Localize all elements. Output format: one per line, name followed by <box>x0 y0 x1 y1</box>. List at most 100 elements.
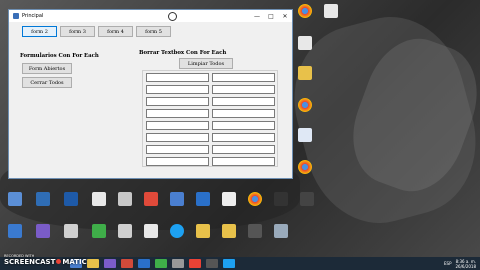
taskbar-app-icon[interactable] <box>206 259 218 268</box>
limpiar-todos-button[interactable]: Limpiar Todos <box>179 58 233 69</box>
desktop-icon[interactable] <box>292 66 318 80</box>
chrome-icon <box>298 98 312 112</box>
form2-button[interactable]: form 2 <box>22 26 57 37</box>
taskbar-app-icon[interactable] <box>138 259 150 268</box>
textbox[interactable] <box>146 133 209 142</box>
app-icon <box>144 192 158 206</box>
textbox[interactable] <box>212 85 275 94</box>
watermark-suffix: MATIC <box>62 258 87 266</box>
desktop-icon[interactable] <box>138 224 164 238</box>
textbox[interactable] <box>212 109 275 118</box>
maximize-button[interactable]: □ <box>264 10 278 22</box>
left-group-heading: Formularios Con For Each <box>20 53 99 59</box>
desktop-icon[interactable] <box>292 160 318 174</box>
app-icon <box>196 192 210 206</box>
app-icon <box>13 13 19 19</box>
minimize-button[interactable]: — <box>250 10 264 22</box>
desktop-icon[interactable] <box>242 192 268 206</box>
desktop-icon[interactable] <box>318 4 344 18</box>
desktop-icon[interactable] <box>138 192 164 206</box>
taskbar-app-icon[interactable] <box>104 259 116 268</box>
textbox-panel <box>142 70 278 167</box>
desktop-icon[interactable] <box>268 192 294 206</box>
window-title: Principal <box>22 13 44 19</box>
desktop-icon[interactable] <box>112 192 138 206</box>
textbox[interactable] <box>146 97 209 106</box>
form4-button[interactable]: form 4 <box>98 26 133 37</box>
taskbar-app-icon[interactable] <box>121 259 133 268</box>
chrome-icon <box>298 160 312 174</box>
textbox[interactable] <box>212 97 275 106</box>
system-tray[interactable]: ESP 8:36 a. m. 26/6/2018 <box>444 257 476 270</box>
close-button[interactable]: ✕ <box>278 10 292 22</box>
textbox[interactable] <box>146 109 209 118</box>
desktop-icon[interactable] <box>292 4 318 18</box>
app-icon <box>36 224 50 238</box>
desktop-icon[interactable] <box>268 224 294 238</box>
desktop-icon[interactable] <box>112 224 138 238</box>
taskbar-app-icon[interactable] <box>172 259 184 268</box>
textbox[interactable] <box>212 145 275 154</box>
desktop-icon[interactable] <box>292 36 318 50</box>
form5-button[interactable]: form 5 <box>136 26 171 37</box>
textbox[interactable] <box>146 73 209 82</box>
taskbar-app-icon[interactable] <box>223 259 235 268</box>
app-icon <box>36 192 50 206</box>
desktop-icon[interactable] <box>164 224 190 238</box>
form-abiertos-button[interactable]: Form Abiertos <box>22 63 72 74</box>
loading-cursor-icon <box>168 12 177 21</box>
taskbar-app-icon[interactable] <box>189 259 201 268</box>
app-icon <box>118 192 132 206</box>
folder-icon <box>222 224 236 238</box>
textbox[interactable] <box>212 73 275 82</box>
app-icon <box>248 224 262 238</box>
textbox[interactable] <box>212 133 275 142</box>
desktop-icon[interactable] <box>292 128 318 142</box>
textbox[interactable] <box>146 85 209 94</box>
document-icon <box>144 224 158 238</box>
cerrar-todos-button[interactable]: Cerrar Todos <box>22 77 72 88</box>
desktop-icon[interactable] <box>2 192 28 206</box>
desktop-icon[interactable] <box>30 224 56 238</box>
chrome-icon <box>248 192 262 206</box>
document-icon <box>222 192 236 206</box>
app-icon <box>300 192 314 206</box>
app-icon <box>92 224 106 238</box>
document-icon <box>298 36 312 50</box>
desktop-icon[interactable] <box>190 224 216 238</box>
textbox[interactable] <box>212 157 275 166</box>
recycle-bin-icon <box>274 224 288 238</box>
language-indicator[interactable]: ESP <box>444 261 451 266</box>
app-icon <box>274 192 288 206</box>
desktop-icon[interactable] <box>164 192 190 206</box>
desktop-icon[interactable] <box>2 224 28 238</box>
textbox[interactable] <box>146 145 209 154</box>
desktop-icon[interactable] <box>294 192 320 206</box>
textbox[interactable] <box>212 121 275 130</box>
app-icon <box>170 192 184 206</box>
desktop-icon[interactable] <box>190 192 216 206</box>
taskbar-app-icon[interactable] <box>155 259 167 268</box>
desktop-icon[interactable] <box>86 192 112 206</box>
form3-button[interactable]: form 3 <box>60 26 95 37</box>
textbox[interactable] <box>146 157 209 166</box>
watermark-text: SCREENCAST <box>4 258 56 266</box>
desktop-icon[interactable] <box>86 224 112 238</box>
desktop-icon[interactable] <box>58 192 84 206</box>
desktop-icon[interactable] <box>242 224 268 238</box>
document-icon <box>298 128 312 142</box>
textbox[interactable] <box>146 121 209 130</box>
app-icon <box>118 224 132 238</box>
taskbar-folder-icon[interactable] <box>87 259 99 268</box>
app-icon <box>8 224 22 238</box>
desktop-icon[interactable] <box>216 224 242 238</box>
desktop-icon[interactable] <box>216 192 242 206</box>
screencast-watermark: RECORDED WITH SCREENCAST MATIC <box>4 254 87 266</box>
desktop-icon[interactable] <box>30 192 56 206</box>
desktop-icon[interactable] <box>292 98 318 112</box>
right-group-heading: Borrar Textbox Con For Each <box>139 50 227 56</box>
document-icon <box>324 4 338 18</box>
desktop-icon[interactable] <box>58 224 84 238</box>
document-icon <box>92 192 106 206</box>
title-bar[interactable]: Principal — □ ✕ <box>9 10 292 22</box>
